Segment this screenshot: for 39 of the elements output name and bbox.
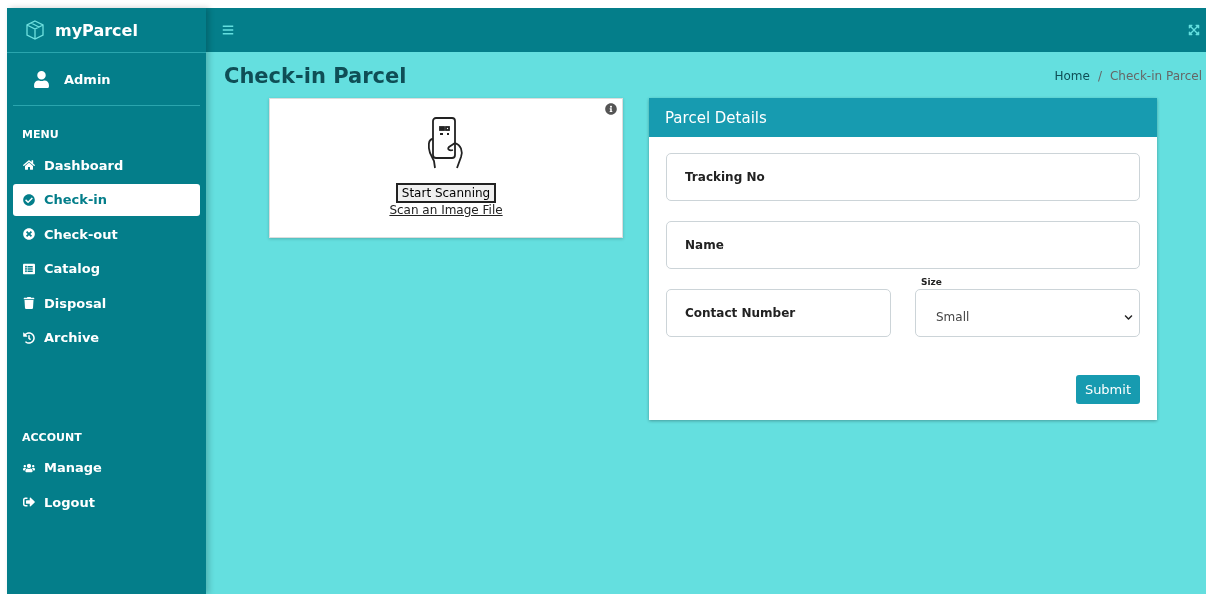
submit-button[interactable]: Submit: [1075, 375, 1140, 404]
select-value: Small: [936, 310, 970, 324]
users-icon: [23, 461, 35, 474]
sidebar-item[interactable]: Dashboard: [13, 149, 200, 181]
chevron-down-icon: [1124, 312, 1133, 322]
history-icon: [23, 331, 35, 344]
breadcrumb-separator: /: [1097, 69, 1102, 83]
breadcrumb-link[interactable]: Home: [1054, 69, 1090, 83]
sidebar-item[interactable]: Check-in: [13, 183, 200, 216]
sidebar-item[interactable]: Manage: [13, 451, 200, 484]
menu-icon[interactable]: [222, 24, 234, 36]
trash-icon: [23, 297, 35, 310]
cube-logo-icon: [25, 20, 45, 40]
brand-name: myParcel: [55, 20, 138, 40]
list-icon: [23, 262, 35, 275]
home-icon: [23, 159, 35, 171]
input-field[interactable]: Tracking No: [666, 153, 1140, 201]
card-header: Parcel Details: [649, 98, 1157, 137]
phone-scan-icon: [427, 117, 465, 169]
start-scanning-button[interactable]: Start Scanning: [395, 183, 497, 203]
user-icon: [33, 70, 50, 88]
expand-icon[interactable]: [1188, 24, 1200, 36]
sidebar-item[interactable]: Check-out: [13, 218, 200, 251]
sidebar-item[interactable]: Disposal: [13, 287, 200, 320]
logout-icon: [23, 496, 35, 509]
field-label: Size: [918, 276, 945, 288]
menu-section-title: ACCOUNT: [21, 430, 83, 444]
user-name: Admin: [64, 71, 111, 87]
scan-file-link[interactable]: Scan an Image File: [389, 203, 503, 217]
sidebar-item[interactable]: Logout: [13, 486, 200, 519]
info-icon[interactable]: [605, 103, 617, 115]
input-field[interactable]: Contact Number: [666, 289, 891, 337]
breadcrumb-current: Check-in Parcel: [1109, 69, 1202, 83]
menu-section-title: MENU: [21, 128, 60, 141]
size-select[interactable]: Small: [915, 289, 1140, 337]
page-title: Check-in Parcel: [224, 64, 407, 88]
sidebar-item[interactable]: Catalog: [13, 252, 200, 285]
input-field[interactable]: Name: [666, 221, 1140, 269]
sidebar-item[interactable]: Archive: [13, 321, 200, 354]
